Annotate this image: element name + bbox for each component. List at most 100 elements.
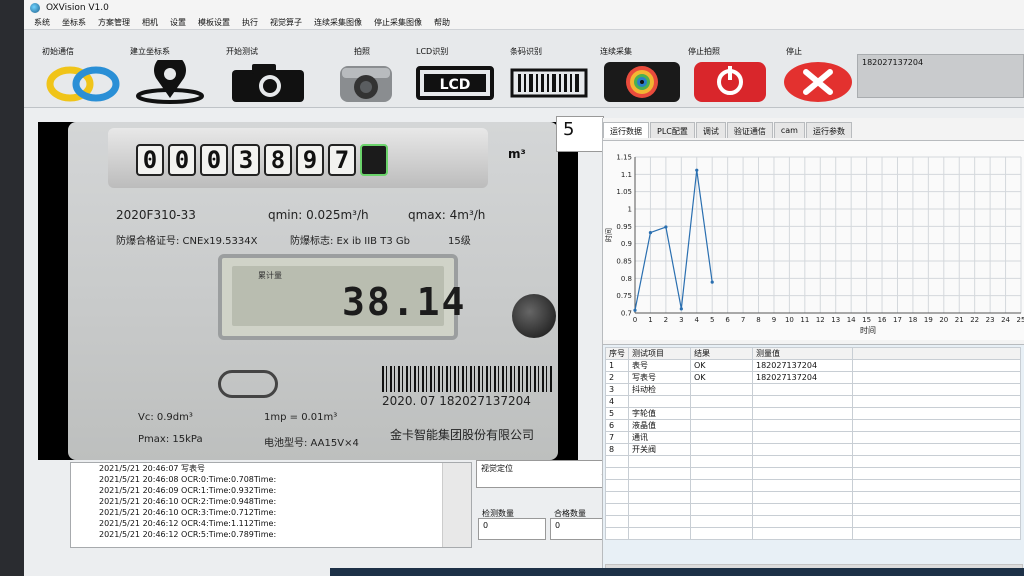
table-row[interactable] xyxy=(605,503,1021,516)
menu-settings[interactable]: 设置 xyxy=(170,17,186,28)
continuous-capture-label: 连续采集 xyxy=(600,47,632,56)
meter-pmax: Pmax: 15kPa xyxy=(138,434,203,445)
table-row[interactable]: 5 字轮值 xyxy=(605,407,1021,420)
col-filler xyxy=(852,347,1021,360)
y-tick-label: 1.05 xyxy=(616,188,632,196)
table-row[interactable]: 3 抖动检 xyxy=(605,383,1021,396)
x-tick-label: 21 xyxy=(955,316,964,324)
odometer-digit: 0 xyxy=(200,144,228,176)
table-cell xyxy=(752,383,853,396)
meter-company: 金卡智能集团股份有限公司 xyxy=(390,428,535,442)
build-coord-label: 建立坐标系 xyxy=(130,47,170,56)
table-cell xyxy=(852,419,1021,432)
capture-count: 5 xyxy=(556,116,604,152)
table-cell: 液晶值 xyxy=(628,419,691,432)
table-cell xyxy=(852,479,1021,492)
menu-system[interactable]: 系统 xyxy=(34,17,50,28)
table-row[interactable] xyxy=(605,527,1021,540)
table-row[interactable]: 4 xyxy=(605,395,1021,408)
meter-grade: 15级 xyxy=(448,236,471,247)
log-line: 2021/5/21 20:46:08 OCR:0:Time:0.708Time: xyxy=(99,475,277,484)
meter-battery: 电池型号: AA15V×4 xyxy=(264,438,359,449)
aperture-icon xyxy=(600,60,684,104)
init-comm-button[interactable]: 初始通信 xyxy=(42,34,132,106)
right-panel: 运行数据 PLC配置 调试 验证通信 cam 运行参数 0 1 2 3 4 5 6 7 8 9 10… xyxy=(602,118,1024,576)
table-row[interactable] xyxy=(605,479,1021,492)
continuous-capture-button[interactable]: 连续采集 xyxy=(600,34,690,106)
table-cell xyxy=(628,527,691,540)
odometer-digit: 3 xyxy=(232,144,260,176)
table-cell xyxy=(690,431,753,444)
init-comm-label: 初始通信 xyxy=(42,47,74,56)
table-row[interactable] xyxy=(605,455,1021,468)
tab-debug[interactable]: 调试 xyxy=(695,122,726,138)
stop-photo-button[interactable]: 停止拍照 xyxy=(688,34,778,106)
table-row[interactable] xyxy=(605,515,1021,528)
table-cell xyxy=(752,491,853,504)
y-tick-label: 0.95 xyxy=(616,223,632,231)
results-body: 1 表号 OK 182027137204 2 写表号 OK 182027137204 3 抖动检 4… xyxy=(605,359,1021,540)
menu-execute[interactable]: 执行 xyxy=(242,17,258,28)
build-coord-button[interactable]: 建立坐标系 xyxy=(130,34,220,106)
table-cell xyxy=(605,515,629,528)
table-row[interactable] xyxy=(605,491,1021,504)
tab-verify-comm[interactable]: 验证通信 xyxy=(726,122,773,138)
table-cell xyxy=(852,491,1021,504)
table-row[interactable]: 8 开关阀 xyxy=(605,443,1021,456)
table-cell xyxy=(628,479,691,492)
menu-coordinate[interactable]: 坐标系 xyxy=(62,17,86,28)
photo-button[interactable]: 拍照 xyxy=(324,34,414,106)
stop-label: 停止 xyxy=(786,47,802,56)
meter-logo-icon xyxy=(218,370,278,398)
table-row[interactable]: 2 写表号 OK 182027137204 xyxy=(605,371,1021,384)
barcode-recognize-button[interactable]: 条码识别 xyxy=(506,34,596,106)
col-measured: 测量值 xyxy=(752,347,853,360)
photo-label: 拍照 xyxy=(354,47,370,56)
tab-bar: 运行数据 PLC配置 调试 验证通信 cam 运行参数 xyxy=(603,122,853,138)
x-tick-label: 0 xyxy=(633,316,637,324)
tab-plc-config[interactable]: PLC配置 xyxy=(650,122,695,138)
menu-camera[interactable]: 相机 xyxy=(142,17,158,28)
menu-help[interactable]: 帮助 xyxy=(434,17,450,28)
meter-vc: Vc: 0.9dm³ xyxy=(138,412,193,423)
menu-bar: 系统 坐标系 方案管理 相机 设置 模板设置 执行 视觉算子 连续采集图像 停止… xyxy=(24,16,1024,30)
log-scrollbar[interactable] xyxy=(442,463,471,547)
x-tick-label: 4 xyxy=(695,316,700,324)
table-row[interactable]: 6 液晶值 xyxy=(605,419,1021,432)
vision-locate-select[interactable]: 视觉定位 ▼ xyxy=(476,460,612,488)
menu-scheme[interactable]: 方案管理 xyxy=(98,17,130,28)
table-row[interactable]: 1 表号 OK 182027137204 xyxy=(605,359,1021,372)
menu-continuous-capture[interactable]: 连续采集图像 xyxy=(314,17,362,28)
meter-imp: 1mp = 0.01m³ xyxy=(264,412,338,423)
serial-readout: 182027137204 xyxy=(857,54,1024,98)
tab-cam[interactable]: cam xyxy=(773,122,805,138)
table-row[interactable]: 7 通讯 xyxy=(605,431,1021,444)
power-icon xyxy=(688,60,772,104)
y-axis-label: 时间 xyxy=(604,228,613,242)
menu-template[interactable]: 模板设置 xyxy=(198,17,230,28)
tab-run-params[interactable]: 运行参数 xyxy=(805,122,852,138)
table-cell xyxy=(752,503,853,516)
data-point xyxy=(648,230,653,235)
table-cell xyxy=(628,455,691,468)
table-cell xyxy=(852,371,1021,384)
x-tick-label: 19 xyxy=(924,316,933,324)
meter-model: 2020F310-33 xyxy=(116,208,196,222)
menu-vision-ops[interactable]: 视觉算子 xyxy=(270,17,302,28)
table-cell: 4 xyxy=(605,395,629,408)
meter-valve-knob xyxy=(512,294,556,338)
table-cell xyxy=(690,491,753,504)
table-row[interactable] xyxy=(605,467,1021,480)
table-cell: 表号 xyxy=(628,359,691,372)
start-test-button[interactable]: 开始测试 xyxy=(226,34,316,106)
table-cell xyxy=(752,431,853,444)
table-cell: 字轮值 xyxy=(628,407,691,420)
lcd-recognize-button[interactable]: LCD识别 LCD xyxy=(412,34,502,106)
tab-run-data[interactable]: 运行数据 xyxy=(603,122,649,138)
app-logo-icon xyxy=(30,3,40,13)
table-cell xyxy=(628,467,691,480)
x-tick-label: 17 xyxy=(893,316,902,324)
detect-count-field[interactable]: 0 xyxy=(478,518,546,540)
menu-stop-capture[interactable]: 停止采集图像 xyxy=(374,17,422,28)
x-tick-label: 22 xyxy=(970,316,979,324)
